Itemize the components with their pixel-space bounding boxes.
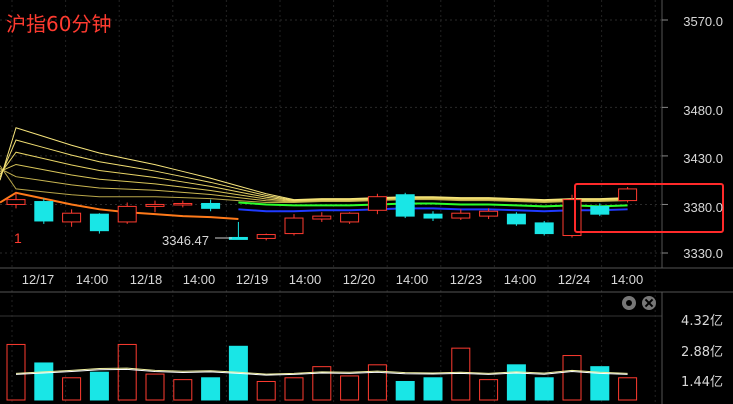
volume-bar <box>34 362 54 401</box>
time-tick: 14:00 <box>182 272 216 287</box>
low-price-label: 3346.47 <box>162 233 209 248</box>
candle-body <box>618 188 638 202</box>
volume-bar <box>89 371 109 401</box>
candle-body <box>117 205 137 223</box>
time-tick: 12/18 <box>129 272 163 287</box>
candle-body <box>367 196 387 211</box>
candle-body <box>423 213 443 219</box>
time-tick: 12/24 <box>557 272 591 287</box>
volume-tick: 1.44亿 <box>681 375 723 390</box>
candle-body <box>395 194 415 217</box>
close-icon[interactable] <box>642 296 656 310</box>
marker-label: 1 <box>14 230 22 246</box>
time-tick: 12/19 <box>235 272 269 287</box>
time-tick: 14:00 <box>288 272 322 287</box>
candle-body <box>228 236 248 240</box>
candle-body <box>284 217 304 235</box>
price-tick: 3330.0 <box>683 246 723 261</box>
time-tick: 12/23 <box>449 272 483 287</box>
time-tick: 12/20 <box>342 272 376 287</box>
chart-title: 沪指60分钟 <box>6 12 112 36</box>
volume-bar <box>201 377 221 401</box>
candle-body <box>62 212 82 223</box>
volume-tick: 2.88亿 <box>681 345 723 360</box>
price-tick: 3430.0 <box>683 151 723 166</box>
candle-body <box>201 202 221 209</box>
time-tick: 14:00 <box>75 272 109 287</box>
candle-body <box>145 203 165 207</box>
candle-body <box>590 205 610 215</box>
candle-body <box>340 212 360 223</box>
volume-bar <box>506 364 526 401</box>
time-tick: 14:00 <box>503 272 537 287</box>
time-tick: 12/17 <box>21 272 55 287</box>
candle-body <box>506 213 526 225</box>
volume-bar <box>534 377 554 401</box>
price-tick: 3480.0 <box>683 103 723 118</box>
candle-body <box>6 199 26 205</box>
price-tick: 3380.0 <box>683 200 723 215</box>
candle-body <box>89 213 109 232</box>
kline-chart[interactable] <box>0 0 733 404</box>
candle-body <box>451 212 471 219</box>
candle-body <box>256 234 276 239</box>
time-tick: 14:00 <box>610 272 644 287</box>
candle-body <box>312 215 332 220</box>
candle-body <box>562 199 582 237</box>
volume-bar <box>395 380 415 401</box>
candle-body <box>534 222 554 235</box>
volume-tick: 4.32亿 <box>681 314 723 329</box>
candle-body <box>479 210 499 217</box>
candle-body <box>173 202 193 206</box>
volume-bar <box>423 377 443 401</box>
candle-body <box>34 201 54 222</box>
time-tick: 14:00 <box>395 272 429 287</box>
price-tick: 3570.0 <box>683 14 723 29</box>
gear-icon[interactable] <box>622 296 636 310</box>
